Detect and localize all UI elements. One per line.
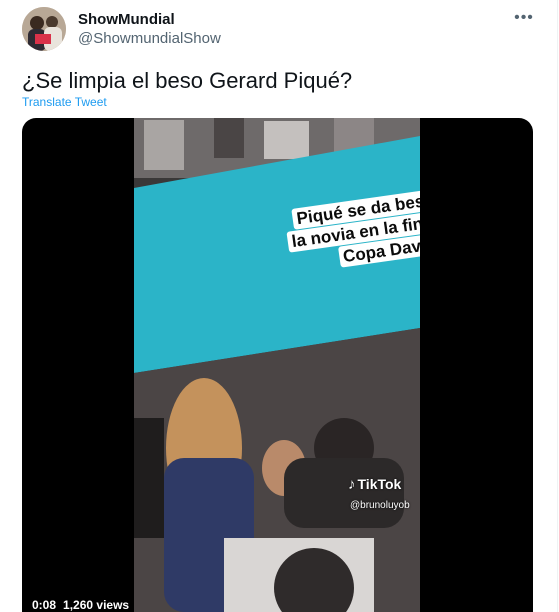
tiktok-label: TikTok	[357, 476, 402, 492]
author-name[interactable]: ShowMundial	[78, 11, 175, 28]
tweet-text: ¿Se limpia el beso Gerard Piqué?	[22, 68, 353, 93]
translate-tweet-link[interactable]: Translate Tweet	[22, 95, 107, 109]
tiktok-username: @brunoluyob	[350, 500, 410, 511]
more-dots-icon[interactable]: •••	[512, 8, 536, 32]
tiktok-watermark: ♪ TikTok	[348, 476, 401, 493]
author-handle[interactable]: @ShowmundialShow	[78, 30, 221, 47]
video-elapsed-time: 0:08	[32, 598, 57, 612]
tiktok-icon: ♪	[348, 476, 356, 493]
video-stats: 0:08 1,260 views	[32, 598, 136, 612]
tweet-card: ShowMundial @ShowmundialShow ••• ¿Se lim…	[0, 0, 558, 612]
video-frame: Piqué se da beso con la novia en la fina…	[134, 118, 420, 612]
author-avatar[interactable]	[22, 7, 66, 51]
video-view-count: 1,260 views	[63, 598, 130, 612]
video-player[interactable]: Piqué se da beso con la novia en la fina…	[22, 118, 533, 612]
